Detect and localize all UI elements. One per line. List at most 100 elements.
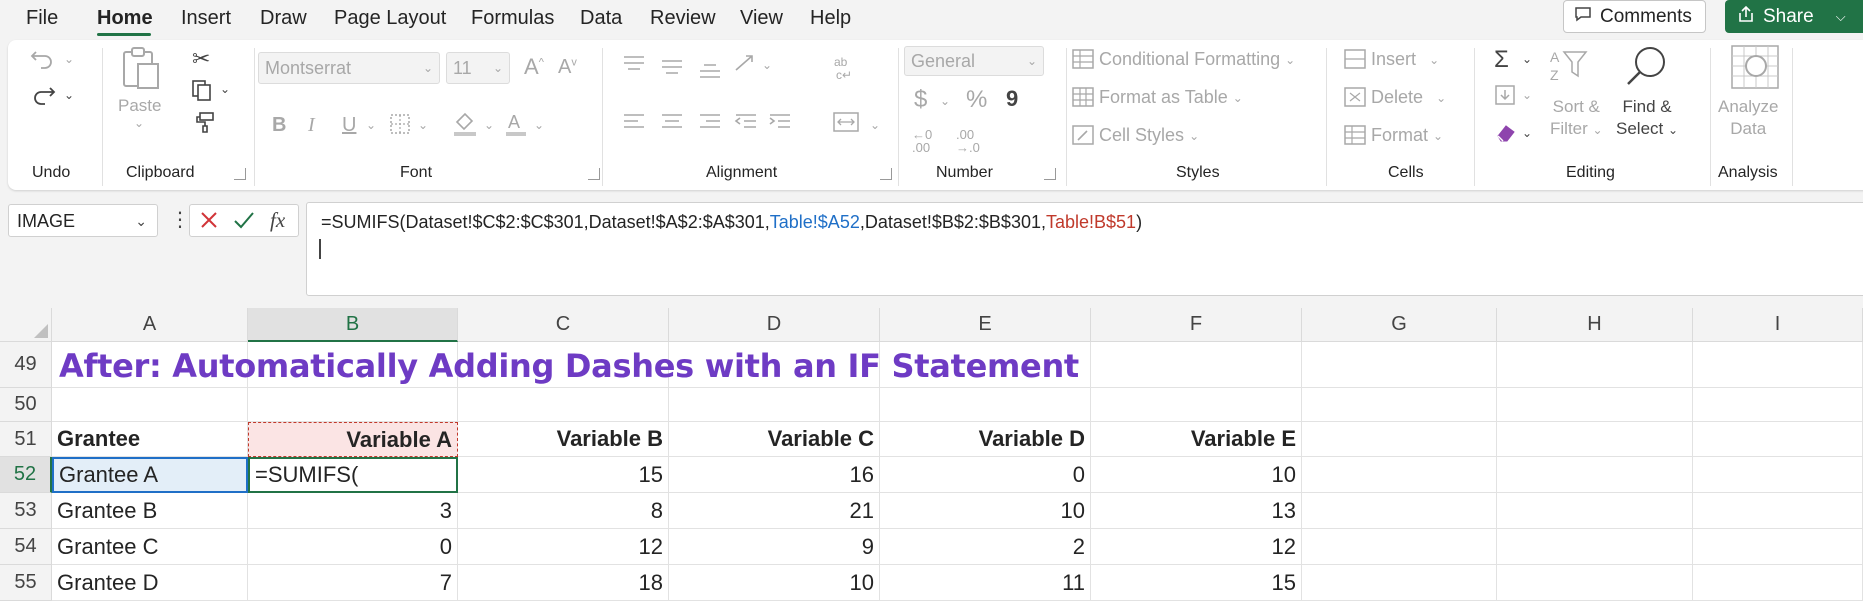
align-bottom-icon[interactable]	[698, 58, 722, 78]
copy-dropdown-icon[interactable]: ⌄	[220, 82, 230, 96]
align-left-icon[interactable]	[622, 112, 646, 132]
cell-b53[interactable]: 3	[248, 493, 458, 529]
cell-b55[interactable]: 7	[248, 565, 458, 601]
percent-icon[interactable]: %	[966, 86, 987, 114]
select-all-corner[interactable]	[0, 308, 52, 342]
cell-i55[interactable]	[1693, 565, 1863, 601]
align-middle-icon[interactable]	[660, 56, 684, 76]
autosum-dropdown-icon[interactable]: ⌄	[1522, 52, 1532, 66]
column-header-g[interactable]: G	[1302, 308, 1497, 342]
menu-review[interactable]: Review	[650, 7, 716, 30]
cell-c54[interactable]: 12	[458, 529, 669, 565]
menu-draw[interactable]: Draw	[260, 7, 307, 30]
find-select-icon[interactable]	[1624, 44, 1668, 88]
font-name-select[interactable]: Montserrat ⌄	[258, 52, 440, 84]
font-launcher-icon[interactable]	[588, 168, 600, 180]
cell-c52[interactable]: 15	[458, 457, 669, 493]
menu-home[interactable]: Home	[97, 7, 153, 30]
cell-a50[interactable]	[52, 388, 248, 422]
cell-i49[interactable]	[1693, 342, 1863, 388]
align-right-icon[interactable]	[698, 112, 722, 132]
sheet-title[interactable]: After: Automatically Adding Dashes with …	[59, 347, 1079, 385]
cell-f55[interactable]: 15	[1091, 565, 1302, 601]
increase-decimal-icon[interactable]: ←0.00	[912, 128, 932, 154]
cancel-entry-icon[interactable]	[198, 207, 220, 238]
row-header-51[interactable]: 51	[0, 422, 52, 457]
shrink-font-icon[interactable]: Av	[558, 56, 577, 79]
cell-d54[interactable]: 9	[669, 529, 880, 565]
cell-b54[interactable]: 0	[248, 529, 458, 565]
cell-d53[interactable]: 21	[669, 493, 880, 529]
comments-button[interactable]: Comments	[1563, 0, 1706, 33]
cut-icon[interactable]: ✂	[192, 46, 210, 72]
cell-styles-button[interactable]: Cell Styles ⌄	[1072, 124, 1199, 146]
find-select-button[interactable]: Find & Select ⌄	[1616, 96, 1678, 141]
cell-b50[interactable]	[248, 388, 458, 422]
align-top-icon[interactable]	[622, 54, 646, 74]
cell-b52[interactable]: =SUMIFS(	[248, 457, 458, 493]
formula-input[interactable]: =SUMIFS(Dataset!$C$2:$C$301,Dataset!$A$2…	[306, 202, 1863, 296]
clipboard-launcher-icon[interactable]	[234, 168, 246, 180]
cell-i53[interactable]	[1693, 493, 1863, 529]
conditional-formatting-button[interactable]: Conditional Formatting ⌄	[1072, 48, 1295, 70]
format-as-table-button[interactable]: Format as Table ⌄	[1072, 86, 1243, 108]
cell-e52[interactable]: 0	[880, 457, 1091, 493]
number-launcher-icon[interactable]	[1044, 168, 1056, 180]
alignment-launcher-icon[interactable]	[880, 168, 892, 180]
cell-b51[interactable]: Variable A	[248, 422, 458, 457]
cell-d55[interactable]: 10	[669, 565, 880, 601]
row-header-49[interactable]: 49	[0, 342, 52, 388]
sort-filter-button[interactable]: Sort & Filter ⌄	[1550, 96, 1603, 141]
confirm-entry-icon[interactable]	[232, 207, 256, 238]
cell-f49[interactable]	[1091, 342, 1302, 388]
number-format-select[interactable]: General ⌄	[904, 46, 1044, 76]
cell-d52[interactable]: 16	[669, 457, 880, 493]
fill-icon[interactable]	[1494, 84, 1516, 106]
currency-dropdown-icon[interactable]: ⌄	[940, 94, 950, 108]
column-header-h[interactable]: H	[1497, 308, 1693, 342]
cell-d50[interactable]	[669, 388, 880, 422]
currency-icon[interactable]: $	[914, 86, 927, 114]
cell-h49[interactable]	[1497, 342, 1693, 388]
fill-color-icon[interactable]	[452, 110, 478, 138]
grow-font-icon[interactable]: A^	[524, 54, 544, 80]
cell-c51[interactable]: Variable B	[458, 422, 669, 457]
cell-h52[interactable]	[1497, 457, 1693, 493]
insert-cells-button[interactable]: Insert ⌄	[1344, 48, 1439, 70]
menu-insert[interactable]: Insert	[181, 7, 231, 30]
cell-a54[interactable]: Grantee C	[52, 529, 248, 565]
cell-f53[interactable]: 13	[1091, 493, 1302, 529]
cell-g54[interactable]	[1302, 529, 1497, 565]
cell-e53[interactable]: 10	[880, 493, 1091, 529]
undo-icon[interactable]	[30, 48, 56, 70]
row-header-53[interactable]: 53	[0, 493, 52, 529]
column-header-f[interactable]: F	[1091, 308, 1302, 342]
wrap-text-icon[interactable]: ab c↵	[832, 54, 858, 82]
copy-icon[interactable]	[190, 78, 214, 102]
column-header-i[interactable]: I	[1693, 308, 1863, 342]
column-header-b[interactable]: B	[248, 308, 458, 342]
font-color-dropdown-icon[interactable]: ⌄	[534, 118, 544, 132]
increase-indent-icon[interactable]	[768, 112, 792, 132]
analyze-data-button[interactable]: Analyze Data	[1718, 96, 1778, 140]
more-options-icon[interactable]: ⋮	[170, 207, 190, 232]
row-header-54[interactable]: 54	[0, 529, 52, 565]
cell-h51[interactable]	[1497, 422, 1693, 457]
bold-button[interactable]: B	[272, 114, 286, 137]
name-box[interactable]: IMAGE ⌄	[8, 204, 158, 237]
orientation-dropdown-icon[interactable]: ⌄	[762, 58, 772, 72]
column-header-d[interactable]: D	[669, 308, 880, 342]
insert-function-icon[interactable]: fx	[270, 208, 285, 233]
analyze-data-icon[interactable]	[1730, 44, 1780, 90]
cell-i50[interactable]	[1693, 388, 1863, 422]
column-header-e[interactable]: E	[880, 308, 1091, 342]
cell-a51[interactable]: Grantee	[52, 422, 248, 457]
cell-h54[interactable]	[1497, 529, 1693, 565]
italic-button[interactable]: I	[308, 114, 315, 137]
paste-dropdown-icon[interactable]: ⌄	[134, 116, 144, 130]
row-header-50[interactable]: 50	[0, 388, 52, 422]
cell-i51[interactable]	[1693, 422, 1863, 457]
underline-dropdown-icon[interactable]: ⌄	[366, 118, 376, 132]
underline-button[interactable]: U	[342, 114, 356, 137]
row-header-52[interactable]: 52	[0, 457, 52, 493]
